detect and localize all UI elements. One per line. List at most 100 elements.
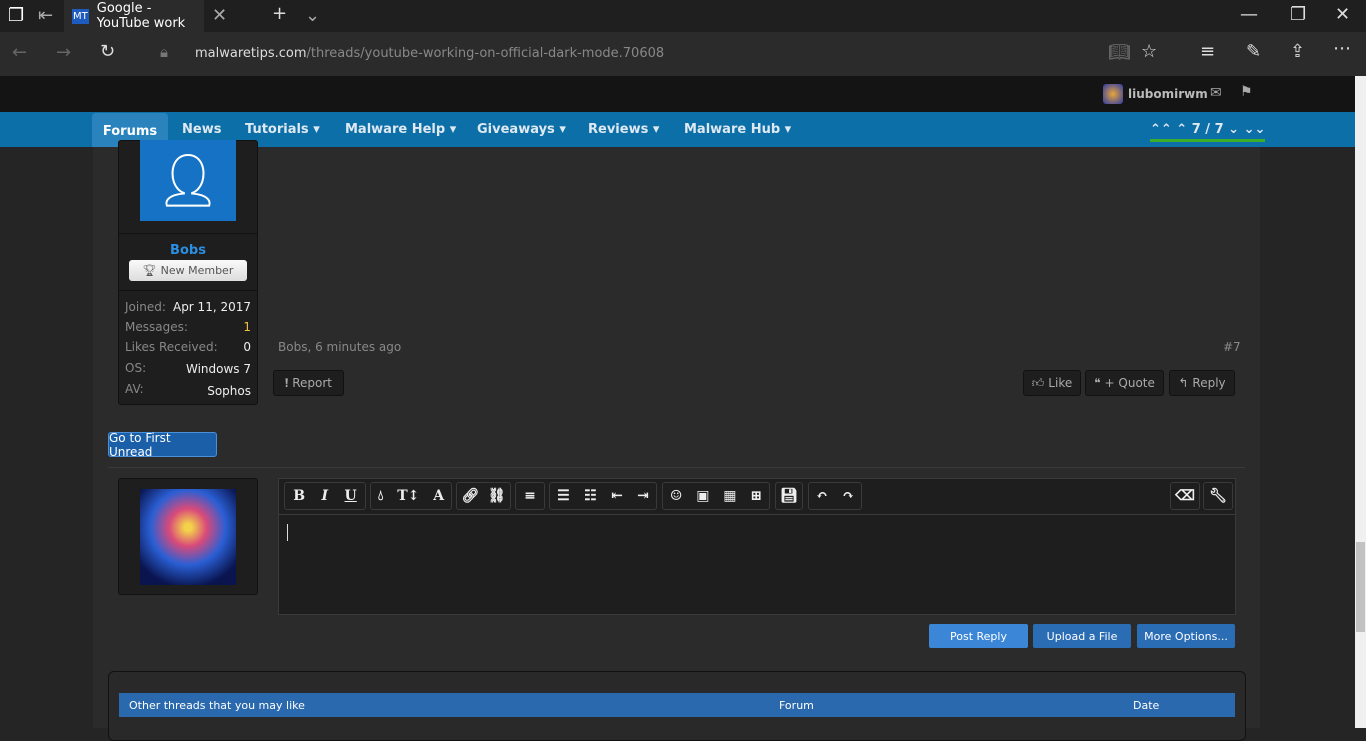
font-family-icon[interactable]: A xyxy=(433,488,444,504)
nav-label: Malware Help xyxy=(345,122,446,137)
url-path: /threads/youtube-working-on-official-dar… xyxy=(306,46,665,61)
like-label: Like xyxy=(1048,376,1073,390)
default-avatar-icon[interactable]: 👤︎ xyxy=(140,140,236,221)
stat-label: Messages: xyxy=(125,320,188,334)
col-date: Date xyxy=(1133,699,1160,712)
upload-file-button[interactable]: Upload a File xyxy=(1033,624,1131,648)
post-reply-button[interactable]: Post Reply xyxy=(929,624,1028,648)
nav-label: Giveaways xyxy=(477,122,555,137)
reply-label: Reply xyxy=(1192,376,1226,390)
user-title: New Member xyxy=(160,264,234,277)
browser-tab[interactable]: MT Google - YouTube work xyxy=(64,0,204,32)
chevron-down-icon[interactable]: ⌄ xyxy=(305,5,320,26)
close-tab-icon[interactable]: ✕ xyxy=(212,5,227,26)
tab-set-icon[interactable]: ❐ xyxy=(8,5,24,26)
new-tab-icon[interactable]: + xyxy=(272,3,287,24)
stat-value[interactable]: 1 xyxy=(243,320,251,334)
align-left-icon[interactable]: ≡ xyxy=(524,488,536,504)
font-size-icon[interactable]: T↕ xyxy=(397,488,419,504)
user-title-badge: 🏆︎ New Member xyxy=(129,260,247,281)
nav-label: Reviews xyxy=(588,122,649,137)
text-cursor xyxy=(287,524,288,541)
bold-button[interactable]: B xyxy=(293,488,305,504)
eraser-icon[interactable]: ⌫ xyxy=(1175,488,1195,504)
tab-bar: ❐ ⇤ MT Google - YouTube work ✕ + ⌄ — ❐ ✕ xyxy=(0,0,1366,32)
restore-icon[interactable]: ❐ xyxy=(1290,4,1306,25)
bullet-list-icon[interactable]: ☰ xyxy=(557,488,570,504)
my-avatar[interactable] xyxy=(140,489,236,585)
insert-icon[interactable]: ⊞ xyxy=(750,488,762,504)
wrench-icon[interactable]: 🔧︎ xyxy=(1209,488,1227,504)
nav-malware-help[interactable]: Malware Help ▾ xyxy=(345,112,456,147)
underline-button[interactable]: U xyxy=(345,488,357,504)
post-permalink[interactable]: #7 xyxy=(1223,340,1241,354)
alert-icon: ❗︎ xyxy=(284,375,289,390)
stat-value: Sophos xyxy=(207,384,251,398)
redo-icon[interactable]: ↷ xyxy=(842,488,854,504)
report-button[interactable]: ❗︎ Report xyxy=(273,370,344,396)
nav-reviews[interactable]: Reviews ▾ xyxy=(588,112,659,147)
reply-arrow-icon: ↰ xyxy=(1178,376,1189,390)
trophy-icon: 🏆︎ xyxy=(142,264,157,277)
reading-view-icon[interactable]: 📖︎ xyxy=(1108,42,1131,63)
more-icon[interactable]: ⋯ xyxy=(1333,38,1351,59)
site-topbar: liubomirwm ✉ ⚑ xyxy=(0,76,1355,112)
thumbs-up-icon: 👍︎ xyxy=(1031,375,1045,390)
pen-icon[interactable]: ✎ xyxy=(1246,41,1261,62)
save-draft-icon[interactable]: 💾︎ xyxy=(780,488,798,504)
stat-value: 0 xyxy=(243,340,251,354)
url-field[interactable]: malwaretips.com/threads/youtube-working-… xyxy=(195,46,664,61)
col-thread: Other threads that you may like xyxy=(129,699,305,712)
stat-label: OS: xyxy=(125,361,147,375)
scrollbar[interactable] xyxy=(1355,76,1366,728)
refresh-icon[interactable]: ↻ xyxy=(100,41,115,62)
undo-icon[interactable]: ↶ xyxy=(816,488,828,504)
back-icon[interactable]: ← xyxy=(12,42,27,63)
text-color-icon[interactable]: 💧︎ xyxy=(378,488,384,504)
author-name[interactable]: Bobs xyxy=(118,243,258,258)
forward-icon[interactable]: → xyxy=(56,42,71,63)
username-link[interactable]: liubomirwm xyxy=(1128,87,1208,101)
nav-giveaways[interactable]: Giveaways ▾ xyxy=(477,112,566,147)
alerts-flag-icon[interactable]: ⚑ xyxy=(1240,84,1253,100)
hub-icon[interactable]: ≡ xyxy=(1200,41,1215,62)
pager-text: 7 / 7 xyxy=(1191,122,1224,137)
link-icon[interactable]: 🔗︎ xyxy=(461,488,479,504)
stat-label: Likes Received: xyxy=(125,340,218,354)
stat-value: Apr 11, 2017 xyxy=(172,300,251,314)
outdent-icon[interactable]: ⇤ xyxy=(611,488,623,504)
nav-malware-hub[interactable]: Malware Hub ▾ xyxy=(684,112,791,147)
scrollbar-thumb[interactable] xyxy=(1356,542,1365,632)
stat-value: Windows 7 xyxy=(185,362,251,376)
reply-button[interactable]: ↰ Reply xyxy=(1169,370,1235,396)
more-options-button[interactable]: More Options... xyxy=(1137,624,1235,648)
col-forum: Forum xyxy=(779,699,814,712)
media-icon[interactable]: ▦ xyxy=(723,488,736,504)
nav-label: Malware Hub xyxy=(684,122,781,137)
share-icon[interactable]: ⇪ xyxy=(1290,41,1305,62)
like-button[interactable]: 👍︎ Like xyxy=(1023,370,1081,396)
numbered-list-icon[interactable]: ☷ xyxy=(584,488,597,504)
unlink-icon[interactable]: ⛓ xyxy=(488,488,506,504)
favorite-star-icon[interactable]: ☆ xyxy=(1141,41,1157,62)
report-label: Report xyxy=(292,376,333,390)
similar-threads-header: Other threads that you may like Forum Da… xyxy=(119,693,1235,717)
quote-icon: ❝ xyxy=(1094,376,1101,390)
indent-icon[interactable]: ⇥ xyxy=(637,488,649,504)
user-avatar[interactable] xyxy=(1103,84,1123,104)
minimize-icon[interactable]: — xyxy=(1240,4,1258,25)
close-window-icon[interactable]: ✕ xyxy=(1335,4,1350,25)
italic-button[interactable]: I xyxy=(322,488,329,504)
inbox-icon[interactable]: ✉ xyxy=(1210,85,1222,101)
set-aside-tabs-icon[interactable]: ⇤ xyxy=(38,5,53,26)
nav-label: Tutorials xyxy=(245,122,309,137)
tab-title: Google - YouTube work xyxy=(96,1,186,31)
smiley-icon[interactable]: ☺ xyxy=(670,488,683,504)
image-icon[interactable]: ▣ xyxy=(696,488,709,504)
quote-button[interactable]: ❝ + Quote xyxy=(1085,370,1164,396)
favicon: MT xyxy=(72,8,89,24)
post-pager[interactable]: ⌃⌃ ⌃ 7 / 7 ⌄ ⌄⌄ xyxy=(1150,112,1266,142)
go-to-first-unread-button[interactable]: Go to First Unread xyxy=(108,431,217,459)
stat-label: Joined: xyxy=(125,300,166,314)
post-meta[interactable]: Bobs, 6 minutes ago xyxy=(278,340,401,354)
